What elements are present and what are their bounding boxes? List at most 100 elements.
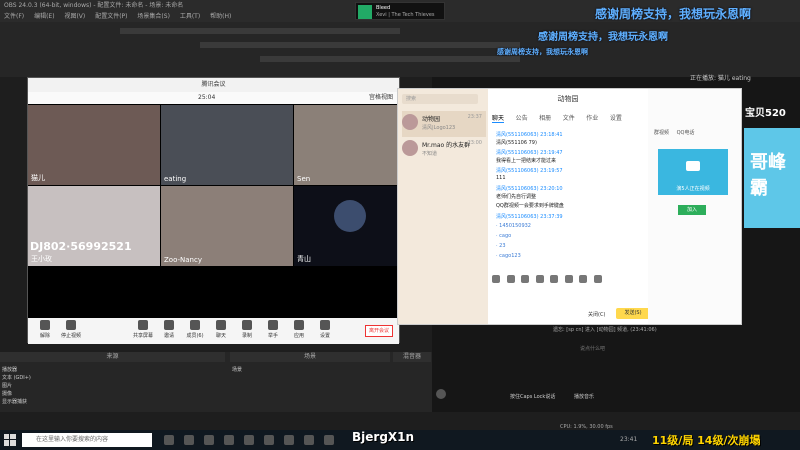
tab-settings[interactable]: 设置 [610,115,622,122]
menu-edit[interactable]: 编辑(E) [34,13,54,20]
banner-title: 哥峰霸 [750,152,786,199]
chat-pane: 动物园 聊天 公告 相册 文件 作业 设置 清风(551106063) 23:1… [488,89,648,324]
app-icon[interactable] [224,435,234,445]
menu-tools[interactable]: 工具(T) [180,13,200,20]
video-tile[interactable]: Sen [294,105,399,185]
now-playing-label: 正在播放: 猫儿 eating [690,75,751,82]
menu-help[interactable]: 帮助(H) [210,13,231,20]
message-sender: 清风(551106063) 23:19:47 [496,150,563,156]
source-item[interactable]: 播放器 [2,366,222,373]
tab-homework[interactable]: 作业 [586,115,598,122]
contact-time: 23:00 [467,140,482,146]
participant-name: Zoo-Nancy [164,256,202,264]
list-item: · cago123 [496,253,521,259]
stop-video-button[interactable]: 停止视频 [56,320,86,339]
tab-notice[interactable]: 公告 [516,115,528,122]
join-button[interactable]: 加入 [678,205,706,215]
contact-name: 动物园 [422,116,441,123]
video-tile[interactable]: 猫儿 [28,105,160,185]
send-button[interactable]: 发送(S) [616,308,650,319]
menu-scene-collection[interactable]: 场景集合(S) [137,13,170,20]
tab-album[interactable]: 相册 [539,115,551,122]
microphone-icon [40,320,50,330]
phone-icon[interactable] [579,275,588,283]
image-icon[interactable] [550,275,559,283]
contact-list: 搜索 动物园 清风|Logo123 23:37 Mr.mao 的水友群 不知道 … [398,89,488,324]
settings-button[interactable]: 设置 [310,320,340,339]
avatar[interactable] [436,389,446,399]
tab-qq-phone[interactable]: QQ电话 [677,130,695,136]
list-item[interactable]: Mr.mao 的水友群 不知道 23:00 [402,137,486,163]
song-title: Bleed [376,5,391,11]
gif-icon[interactable] [506,275,515,283]
meeting-toolbar: 解除 停止视频 共享屏幕 邀请 成员(6) 聊天 录制 举手 应用 设置 离开会… [28,318,399,344]
weibo-icon [324,435,334,445]
scissors-icon[interactable] [521,275,530,283]
video-tile[interactable]: eating [161,105,293,185]
video-tile[interactable]: 王小玫 DJ802·56992521 [28,186,160,266]
source-item[interactable]: 显示器捕获 [2,398,222,405]
sidebar-tabs: 群视频 QQ电话 [654,129,700,136]
taskview-icon[interactable] [164,435,174,445]
document-icon[interactable] [564,275,573,283]
contact-preview: 清风|Logo123 [422,125,456,131]
music-button[interactable]: 播放音乐 [574,393,594,400]
gear-icon [320,320,330,330]
streamer-id: BjergX1n [352,430,415,444]
nested-preview [0,22,800,77]
menu-profile[interactable]: 配置文件(P) [95,13,127,20]
menu-view[interactable]: 视图(V) [64,13,85,20]
video-tile[interactable]: 青山 [294,186,399,266]
chat-icon [216,320,226,330]
search-input[interactable]: 搜索 [402,94,478,104]
app-icon[interactable] [184,435,194,445]
tab-files[interactable]: 文件 [563,115,575,122]
more-icon[interactable] [593,275,602,283]
caps-lock-hint: 按住Caps Lock说话 [510,394,556,400]
video-tile[interactable]: Zoo-Nancy [161,186,293,266]
scene-item[interactable]: 场景 [232,366,332,373]
app-icon[interactable] [284,435,294,445]
close-button[interactable]: 关闭(C) [588,311,605,318]
view-toggle[interactable]: 宫格视图 [369,92,393,104]
list-item: · 23 [496,243,506,249]
dock-header: 混音器 [393,352,431,362]
search-input[interactable]: 在这里输入你要搜索的内容 [22,433,152,447]
app-icon[interactable] [244,435,254,445]
app-icon[interactable] [204,435,214,445]
input-toolbar [492,275,642,287]
tab-chat[interactable]: 聊天 [492,115,505,123]
avatar [402,140,418,156]
nested-strip [260,56,520,62]
emoji-icon[interactable] [492,275,500,283]
source-item[interactable]: 摄像 [2,390,222,397]
participant-name: eating [164,175,187,183]
app-icon[interactable] [304,435,314,445]
folder-icon[interactable] [535,275,544,283]
participant-name: Sen [297,175,311,183]
participant-name: 王小玫 [31,255,52,263]
contact-time: 23:37 [467,114,482,120]
stream-overlay: DJ802·56992521 [30,240,132,253]
chat-input[interactable]: 说点什么吧 [580,345,605,352]
nested-strip [120,28,400,34]
avatar [334,200,366,232]
menu-file[interactable]: 文件(F) [4,13,24,20]
app-icon[interactable] [264,435,274,445]
leave-meeting-button[interactable]: 离开会议 [365,325,393,337]
source-item[interactable]: 文本 (GDI+) [2,374,222,381]
scrolling-text: 感谢周榜支持，我想玩永恩啊 [497,48,588,56]
qq-group-window: 搜索 动物园 清风|Logo123 23:37 Mr.mao 的水友群 不知道 … [397,88,742,325]
list-item: · 1450150932 [496,223,531,229]
chat-entry: 遗忘: [sp cn] 进入 [动物园] 频道, (23:41:06) [553,327,657,333]
source-item[interactable]: 图片 [2,382,222,389]
contact-preview: 不知道 [422,151,438,157]
camera-icon [66,320,76,330]
tab-group-video[interactable]: 群视频 [654,130,669,136]
list-item[interactable]: 动物园 清风|Logo123 23:37 [402,111,486,137]
chat-tabs: 聊天 公告 相册 文件 作业 设置 [492,113,648,125]
stream-stats: CPU: 1.9%, 30.00 fps [560,424,613,430]
nested-strip [200,42,520,48]
windows-icon[interactable] [4,434,16,446]
message-sender: 清风(551106063) 23:37:39 [496,214,563,220]
